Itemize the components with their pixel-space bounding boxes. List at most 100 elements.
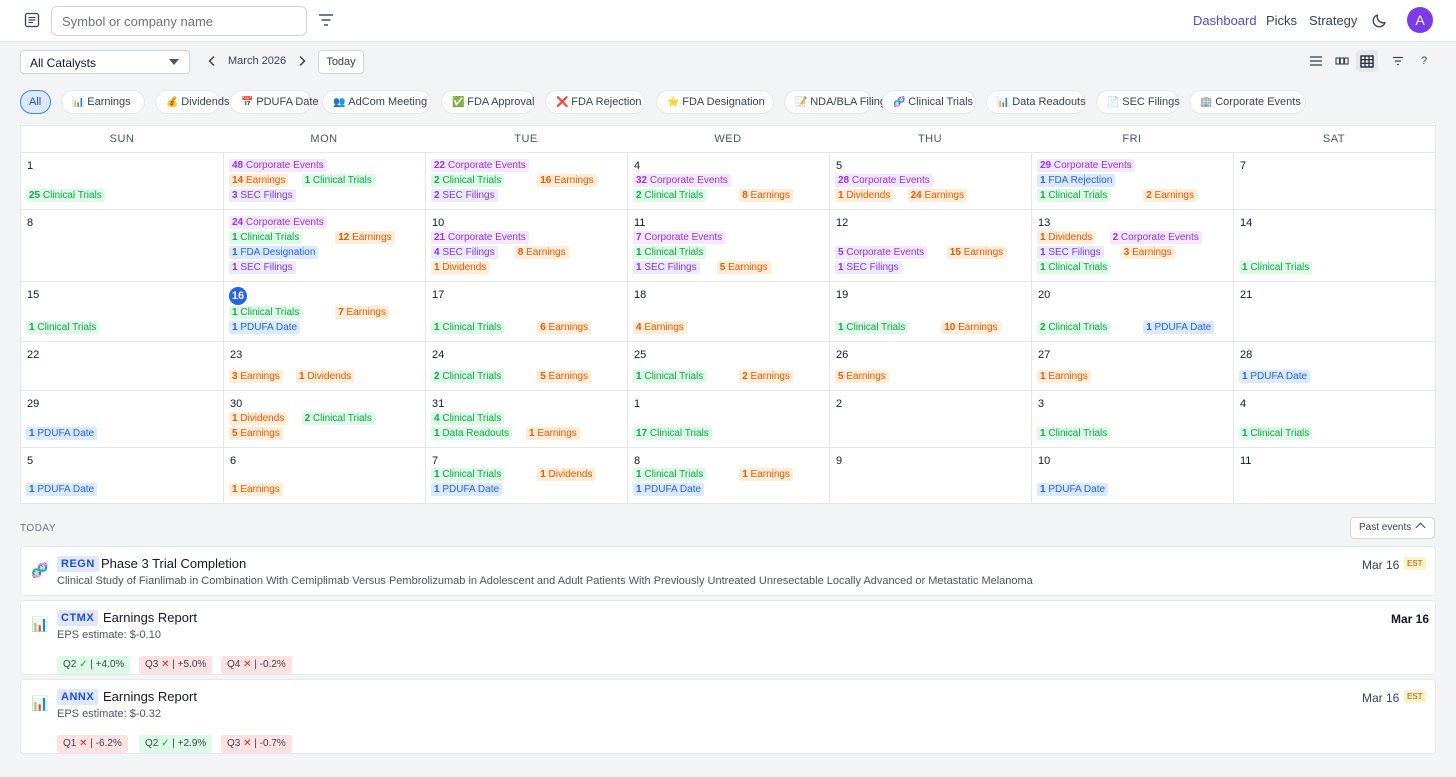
- event-tag-clinical-trials[interactable]: 1 Clinical Trials: [1239, 261, 1313, 274]
- event-tag-sec-filings[interactable]: 1 SEC Filings: [1037, 246, 1104, 259]
- event-tag-sec-filings[interactable]: 2 SEC Filings: [431, 189, 498, 202]
- list-view-button[interactable]: [1305, 50, 1327, 72]
- event-tag-pdufa-date[interactable]: 1 PDUFA Date: [633, 483, 705, 496]
- calendar-day-cell[interactable]: 21: [1233, 281, 1435, 341]
- event-tag-dividends[interactable]: 1 Dividends: [431, 261, 490, 274]
- filter-chip-clinical-trials[interactable]: 🧬 Clinical Trials: [882, 90, 976, 114]
- event-tag-dividends[interactable]: 1 Dividends: [296, 370, 355, 383]
- event-tag-earnings[interactable]: 4 Earnings: [633, 321, 687, 334]
- filter-chip-pdufa-date[interactable]: 📅 PDUFA Date: [230, 90, 319, 114]
- event-tag-earnings[interactable]: 5 Earnings: [537, 370, 591, 383]
- calendar-day-cell[interactable]: 12 5 Corporate Events 15 Earnings 1 SEC Fil…: [829, 209, 1031, 281]
- event-tag-corporate-events[interactable]: 7 Corporate Events: [633, 231, 726, 244]
- event-tag-clinical-trials[interactable]: 1 Clinical Trials: [26, 321, 100, 334]
- filter-chip-dividends[interactable]: 💰 Dividends: [155, 90, 230, 114]
- calendar-day-cell[interactable]: 31 4 Clinical Trials 1 Data Readouts 1 Earn…: [425, 390, 627, 447]
- ticker-badge[interactable]: ANNX: [57, 689, 99, 705]
- nav-dashboard[interactable]: Dashboard: [1193, 13, 1257, 28]
- event-tag-corporate-events[interactable]: 32 Corporate Events: [633, 174, 731, 187]
- calendar-day-cell[interactable]: 10 21 Corporate Events 4 SEC Filings 8 Earn…: [425, 209, 627, 281]
- event-tag-earnings[interactable]: 5 Earnings: [835, 370, 889, 383]
- filter-chip-fda-designation[interactable]: ⭐ FDA Designation: [656, 90, 774, 114]
- calendar-day-cell[interactable]: 1 25 Clinical Trials: [21, 152, 223, 209]
- nav-strategy[interactable]: Strategy: [1309, 13, 1357, 28]
- calendar-day-cell[interactable]: 26 5 Earnings: [829, 341, 1031, 390]
- event-tag-pdufa-date[interactable]: 1 PDUFA Date: [26, 483, 98, 496]
- calendar-day-cell[interactable]: 629 Corporate Events1 FDA Rejection1 Cli…: [1031, 152, 1233, 209]
- next-month-icon[interactable]: [297, 55, 307, 67]
- event-tag-corporate-events[interactable]: 2 Corporate Events: [1109, 231, 1202, 244]
- calendar-day-cell[interactable]: 22: [21, 341, 223, 390]
- event-tag-corporate-events[interactable]: 28 Corporate Events: [835, 174, 933, 187]
- week-view-button[interactable]: [1331, 50, 1353, 72]
- catalyst-select[interactable]: All Catalysts: [20, 50, 190, 74]
- filter-icon[interactable]: [318, 13, 334, 27]
- filter-chip-corporate-events[interactable]: 🏢 Corporate Events: [1189, 90, 1306, 114]
- calendar-day-cell[interactable]: 924 Corporate Events1 Clinical Trials12 …: [223, 209, 425, 281]
- calendar-day-cell[interactable]: 16 1 Clinical Trials 7 Earnings 1 PDUFA Dat…: [223, 281, 425, 341]
- event-tag-clinical-trials[interactable]: 25 Clinical Trials: [26, 189, 105, 202]
- event-tag-corporate-events[interactable]: 24 Corporate Events: [229, 216, 327, 229]
- filter-chip-earnings[interactable]: 📊 Earnings: [61, 90, 145, 114]
- nav-picks[interactable]: Picks: [1266, 13, 1297, 28]
- event-tag-clinical-trials[interactable]: 1 Clinical Trials: [301, 174, 375, 187]
- filter-chip-fda-approval[interactable]: ✅ FDA Approval: [441, 90, 535, 114]
- calendar-day-cell[interactable]: 1 17 Clinical Trials: [627, 390, 829, 447]
- event-tag-pdufa-date[interactable]: 1 PDUFA Date: [431, 483, 503, 496]
- event-tag-clinical-trials[interactable]: 17 Clinical Trials: [633, 427, 712, 440]
- event-tag-sec-filings[interactable]: 4 SEC Filings: [431, 246, 498, 259]
- past-events-toggle[interactable]: Past events: [1350, 517, 1435, 539]
- sidebar-toggle-icon[interactable]: [24, 12, 40, 28]
- calendar-day-cell[interactable]: 7: [1233, 152, 1435, 209]
- event-tag-corporate-events[interactable]: 5 Corporate Events: [835, 246, 928, 259]
- event-tag-dividends[interactable]: 1 Dividends: [537, 468, 596, 481]
- event-tag-earnings[interactable]: 8 Earnings: [514, 246, 569, 259]
- event-tag-corporate-events[interactable]: 29 Corporate Events: [1037, 159, 1135, 172]
- calendar-day-cell[interactable]: 322 Corporate Events2 Clinical Trials16 …: [425, 152, 627, 209]
- search-input[interactable]: [51, 6, 307, 36]
- event-tag-clinical-trials[interactable]: 1 Clinical Trials: [229, 306, 303, 319]
- calendar-day-cell[interactable]: 6 1 Earnings: [223, 447, 425, 503]
- help-button[interactable]: ?: [1413, 50, 1435, 72]
- event-tag-dividends[interactable]: 1 Dividends: [1037, 231, 1096, 244]
- calendar-day-cell[interactable]: 4 1 Clinical Trials: [1233, 390, 1435, 447]
- calendar-day-cell[interactable]: 9: [829, 447, 1031, 503]
- calendar-day-cell[interactable]: 23 3 Earnings 1 Dividends: [223, 341, 425, 390]
- filter-chip-adcom-meeting[interactable]: 👥 AdCom Meeting: [322, 90, 431, 114]
- event-tag-clinical-trials[interactable]: 2 Clinical Trials: [633, 189, 707, 202]
- event-tag-data-readouts[interactable]: 1 Data Readouts: [431, 427, 513, 440]
- calendar-day-cell[interactable]: 30 1 Dividends 2 Clinical Trials 5 Earnings: [223, 390, 425, 447]
- event-tag-earnings[interactable]: 3 Earnings: [1120, 246, 1175, 259]
- calendar-day-cell[interactable]: 18 4 Earnings: [627, 281, 829, 341]
- event-tag-earnings[interactable]: 16 Earnings: [537, 174, 597, 187]
- month-view-button[interactable]: [1356, 50, 1378, 72]
- calendar-day-cell[interactable]: 13 1 Dividends 2 Corporate Events 1 SEC Fil…: [1031, 209, 1233, 281]
- event-tag-pdufa-date[interactable]: 1 PDUFA Date: [229, 321, 301, 334]
- event-tag-sec-filings[interactable]: 1 SEC Filings: [633, 261, 700, 274]
- event-tag-earnings[interactable]: 1 Earnings: [526, 427, 580, 440]
- event-card[interactable]: 📊 CTMX Earnings Report EPS estimate: $-0.10…: [20, 600, 1436, 675]
- event-tag-earnings[interactable]: 1 Earnings: [229, 483, 283, 496]
- event-tag-pdufa-date[interactable]: 1 PDUFA Date: [1239, 370, 1311, 383]
- event-tag-fda-designation[interactable]: 1 FDA Designation: [229, 246, 319, 259]
- calendar-day-cell[interactable]: 28 1 PDUFA Date: [1233, 341, 1435, 390]
- event-tag-sec-filings[interactable]: 1 SEC Filings: [835, 261, 902, 274]
- event-card[interactable]: 🧬 REGN Phase 3 Trial Completion Clinical St…: [20, 546, 1436, 596]
- event-tag-pdufa-date[interactable]: 1 PDUFA Date: [1037, 483, 1109, 496]
- calendar-day-cell[interactable]: 19 1 Clinical Trials 10 Earnings: [829, 281, 1031, 341]
- event-card[interactable]: 📊 ANNX Earnings Report EPS estimate: $-0.32…: [20, 679, 1436, 754]
- filter-chip-sec-filings[interactable]: 📄 SEC Filings: [1096, 90, 1180, 114]
- calendar-day-cell[interactable]: 3 1 Clinical Trials: [1031, 390, 1233, 447]
- event-tag-dividends[interactable]: 1 Dividends: [229, 412, 288, 425]
- event-tag-earnings[interactable]: 2 Earnings: [1143, 189, 1197, 202]
- today-button[interactable]: Today: [318, 50, 364, 74]
- event-tag-earnings[interactable]: 7 Earnings: [335, 306, 389, 319]
- calendar-day-cell[interactable]: 81 Clinical Trials 1 Earnings 1 PDUFA Date: [627, 447, 829, 503]
- event-tag-clinical-trials[interactable]: 2 Clinical Trials: [431, 174, 505, 187]
- dark-mode-icon[interactable]: [1372, 12, 1388, 28]
- event-tag-clinical-trials[interactable]: 1 Clinical Trials: [229, 231, 303, 244]
- event-tag-earnings[interactable]: 8 Earnings: [739, 189, 793, 202]
- filter-chip-data-readouts[interactable]: 📊 Data Readouts: [986, 90, 1086, 114]
- event-tag-clinical-trials[interactable]: 2 Clinical Trials: [431, 370, 505, 383]
- event-tag-earnings[interactable]: 12 Earnings: [335, 231, 395, 244]
